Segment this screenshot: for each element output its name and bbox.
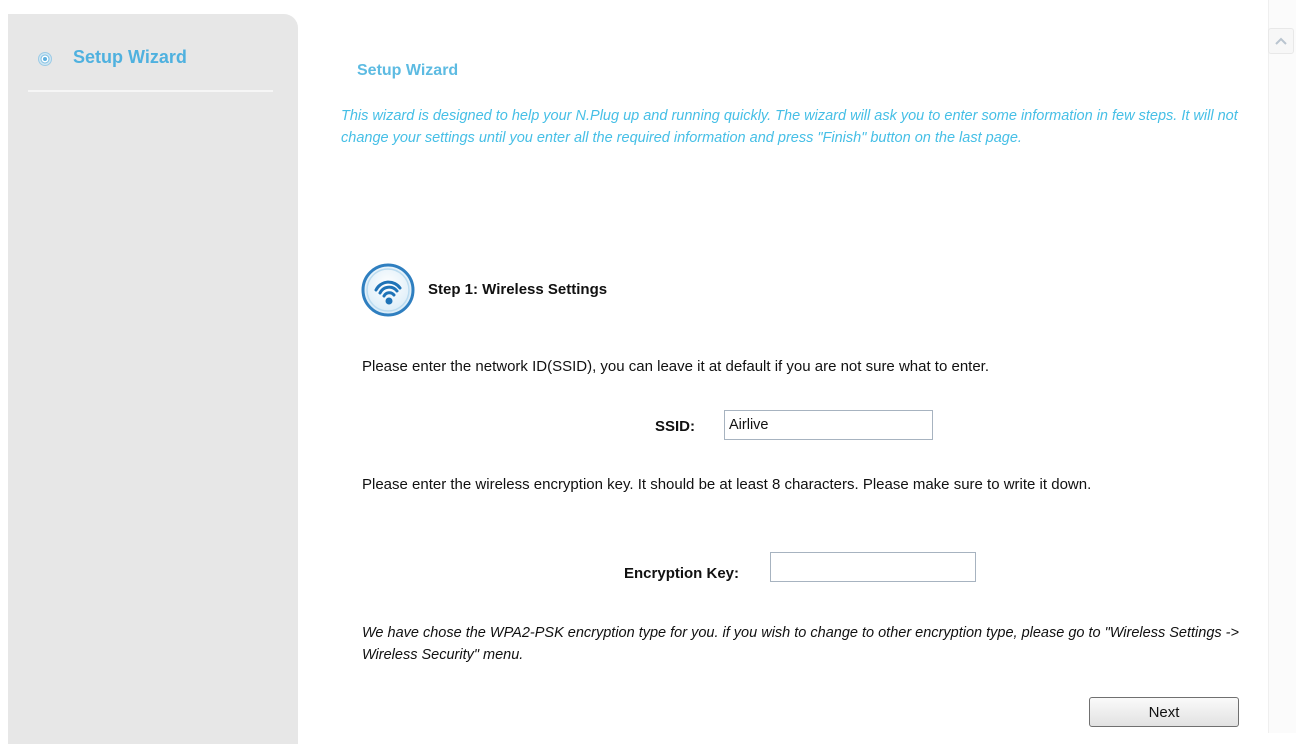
ssid-instruction: Please enter the network ID(SSID), you c… — [362, 358, 990, 375]
main-content: Setup Wizard This wizard is designed to … — [0, 0, 1262, 733]
scroll-up-button[interactable] — [1268, 28, 1294, 54]
intro-text: This wizard is designed to help your N.P… — [341, 108, 1238, 146]
wireless-signal-icon — [361, 263, 415, 317]
encryption-key-input[interactable] — [770, 552, 976, 582]
ssid-label: SSID: — [655, 418, 696, 435]
next-button[interactable]: Next — [1089, 697, 1239, 727]
chevron-up-icon — [1275, 37, 1287, 45]
key-instruction: Please enter the wireless encryption key… — [362, 476, 1092, 493]
ssid-input[interactable] — [724, 410, 933, 440]
page-title: Setup Wizard — [357, 62, 459, 79]
step-title: Step 1: Wireless Settings — [428, 281, 608, 298]
vertical-scrollbar[interactable] — [1268, 0, 1296, 733]
encryption-note: We have chose the WPA2-PSK encryption ty… — [362, 625, 1239, 663]
encryption-key-label: Encryption Key: — [624, 565, 740, 582]
